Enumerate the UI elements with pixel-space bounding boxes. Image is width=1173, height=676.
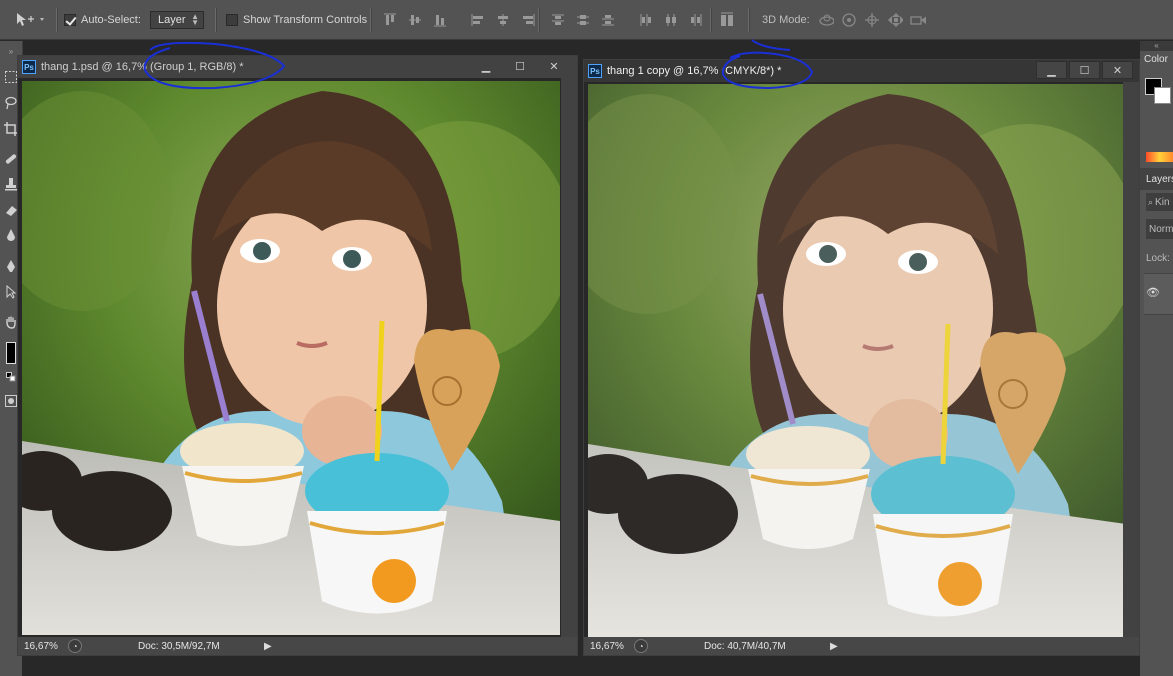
- background-swatch[interactable]: [1154, 87, 1171, 104]
- align-top-edges-icon[interactable]: [382, 12, 398, 28]
- distribute-vertical-centers-icon[interactable]: [575, 12, 591, 28]
- zoom-level[interactable]: 16,67%: [590, 641, 634, 652]
- vertical-scrollbar[interactable]: [1123, 82, 1139, 639]
- layers-panel-tab[interactable]: Layers: [1146, 174, 1173, 185]
- doc-size: Doc: 40,7M/40,7M: [704, 640, 786, 652]
- document-window-1[interactable]: Ps thang 1.psd @ 16,7% (Group 1, RGB/8) …: [17, 55, 578, 656]
- distribute-bottom-icon[interactable]: [600, 12, 616, 28]
- move-tool-preset-picker[interactable]: [14, 0, 44, 40]
- right-panel-dock: « Color Layers ⌕ Kin Norm Lock: 👁: [1140, 41, 1173, 676]
- document-title-bar[interactable]: Ps thang 1.psd @ 16,7% (Group 1, RGB/8) …: [18, 56, 577, 78]
- status-bar: 16,67% ◔ Doc: 40,7M/40,7M ▶: [584, 637, 1139, 655]
- search-icon: ⌕: [1148, 196, 1154, 207]
- zoom-level[interactable]: 16,67%: [24, 641, 68, 652]
- options-bar: Auto-Select: Layer ▲ ▼ Show Transform Con…: [0, 0, 1173, 40]
- photoshop-document-icon: Ps: [22, 60, 36, 74]
- maximize-button[interactable]: ☐: [1069, 61, 1100, 79]
- show-transform-label: Show Transform Controls: [243, 14, 368, 26]
- align-right-edges-icon[interactable]: [520, 12, 536, 28]
- auto-select-checkbox[interactable]: Auto-Select:: [64, 0, 141, 40]
- 3d-mode-label: 3D Mode:: [762, 14, 810, 26]
- auto-select-target-value: Layer: [158, 14, 186, 26]
- canvas-area[interactable]: [18, 78, 561, 639]
- doc-size: Doc: 30,5M/92,7M: [138, 640, 220, 652]
- minimize-button[interactable]: ▁: [469, 57, 503, 75]
- maximize-button[interactable]: ☐: [503, 57, 537, 75]
- visibility-eye-icon[interactable]: 👁: [1146, 286, 1160, 299]
- status-info-icon[interactable]: ◔: [634, 639, 648, 653]
- distribute-right-icon[interactable]: [688, 12, 704, 28]
- status-bar: 16,67% ◔ Doc: 30,5M/92,7M ▶: [18, 637, 577, 655]
- status-menu-arrow-icon[interactable]: ▶: [830, 641, 838, 652]
- lock-label: Lock:: [1146, 253, 1170, 264]
- align-buttons-group: [382, 0, 536, 40]
- auto-select-target-dropdown[interactable]: Layer ▲ ▼: [150, 11, 204, 29]
- distribute-horizontal-centers-icon[interactable]: [663, 12, 679, 28]
- blend-mode-dropdown[interactable]: Norm: [1146, 219, 1173, 239]
- 3d-rotate-icon[interactable]: [818, 12, 834, 28]
- document-title-bar[interactable]: Ps thang 1 copy @ 16,7% (CMYK/8*) * ▁ ☐ …: [584, 60, 1139, 82]
- 3d-pan-icon[interactable]: [864, 12, 880, 28]
- align-bottom-edges-icon[interactable]: [432, 12, 448, 28]
- layer-row[interactable]: 👁: [1144, 273, 1173, 315]
- distribute-top-icon[interactable]: [550, 12, 566, 28]
- show-transform-controls-checkbox[interactable]: Show Transform Controls: [226, 0, 367, 40]
- layer-filter-kind[interactable]: ⌕ Kin: [1146, 193, 1173, 211]
- color-panel-tab[interactable]: Color: [1144, 54, 1173, 65]
- document-title: thang 1 copy @ 16,7% (CMYK/8*) *: [607, 65, 782, 77]
- kind-label: Kin: [1155, 196, 1170, 208]
- document-image[interactable]: [22, 81, 560, 635]
- 3d-roll-icon[interactable]: [841, 12, 857, 28]
- align-vertical-centers-icon[interactable]: [407, 12, 423, 28]
- annotation-stroke: [751, 39, 791, 51]
- status-info-icon[interactable]: ◔: [68, 639, 82, 653]
- minimize-button[interactable]: ▁: [1036, 61, 1067, 79]
- move-tool-icon: [17, 13, 44, 26]
- distribute-buttons-group: [550, 0, 704, 40]
- document-image[interactable]: [588, 84, 1126, 637]
- distribute-left-icon[interactable]: [638, 12, 654, 28]
- canvas-area[interactable]: [584, 82, 1126, 639]
- color-spectrum-bar[interactable]: [1146, 152, 1173, 162]
- auto-align-layers-button[interactable]: [719, 0, 735, 40]
- auto-align-icon: [719, 12, 735, 28]
- checkbox-checked-icon: [64, 14, 76, 26]
- align-left-edges-icon[interactable]: [470, 12, 486, 28]
- 3d-mode-buttons: [818, 0, 926, 40]
- expand-panels-icon[interactable]: «: [1140, 41, 1173, 51]
- workspace-bottom: [22, 656, 1140, 676]
- auto-select-label: Auto-Select:: [81, 14, 141, 26]
- status-menu-arrow-icon[interactable]: ▶: [264, 641, 272, 652]
- close-button[interactable]: ✕: [537, 57, 571, 75]
- checkbox-unchecked-icon: [226, 14, 238, 26]
- document-title: thang 1.psd @ 16,7% (Group 1, RGB/8) *: [41, 61, 244, 73]
- document-window-2[interactable]: Ps thang 1 copy @ 16,7% (CMYK/8*) * ▁ ☐ …: [583, 59, 1140, 656]
- 3d-scale-icon[interactable]: [910, 12, 926, 28]
- vertical-scrollbar[interactable]: [561, 78, 577, 639]
- align-horizontal-centers-icon[interactable]: [495, 12, 511, 28]
- close-button[interactable]: ✕: [1102, 61, 1133, 79]
- photoshop-document-icon: Ps: [588, 64, 602, 78]
- 3d-slide-icon[interactable]: [887, 12, 903, 28]
- updown-arrows-icon: ▲ ▼: [191, 12, 199, 27]
- blend-mode-value: Norm: [1149, 223, 1173, 235]
